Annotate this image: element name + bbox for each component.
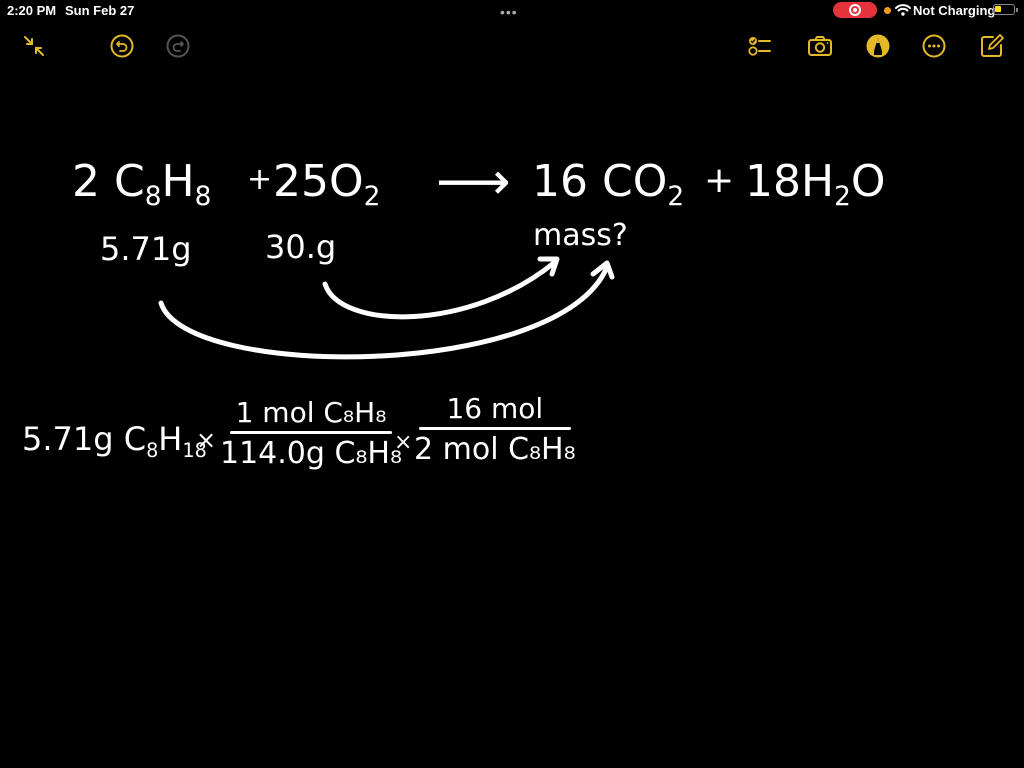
fraction-denominator: 114.0g C₈H₈ xyxy=(220,436,403,471)
fraction-numerator: 16 mol xyxy=(446,392,544,425)
redo-icon[interactable] xyxy=(165,33,191,59)
note-canvas[interactable]: 2 C8H8 + 25O2 ⟶ 16 CO2 + 18H2O 5.71g 30.… xyxy=(0,70,1024,768)
fraction-numerator: 1 mol C₈H₈ xyxy=(235,396,387,429)
camera-icon[interactable] xyxy=(807,33,833,59)
status-date: Sun Feb 27 xyxy=(65,3,135,18)
multitasking-menu-icon[interactable]: ••• xyxy=(500,4,518,20)
arrow-c8h8-to-mass xyxy=(158,264,610,360)
status-time: 2:20 PM xyxy=(7,3,57,18)
battery-level xyxy=(995,6,1001,12)
undo-icon[interactable] xyxy=(109,33,135,59)
checklist-icon[interactable] xyxy=(747,33,773,59)
status-bar: 2:20 PM Sun Feb 27 ••• Not Charging xyxy=(0,0,1024,22)
mic-indicator-dot xyxy=(884,7,891,14)
battery-icon xyxy=(993,4,1018,15)
compose-icon[interactable] xyxy=(979,33,1005,59)
fraction-denominator: 2 mol C₈H₈ xyxy=(414,432,576,467)
calc-start-quantity: 5.71g C8H18 xyxy=(22,420,207,462)
arrow-o2-to-mass xyxy=(322,259,558,320)
wifi-icon xyxy=(895,4,911,16)
multiply-sign: × xyxy=(394,430,413,455)
collapse-icon[interactable] xyxy=(21,33,47,59)
more-icon[interactable] xyxy=(921,33,947,59)
charging-status: Not Charging xyxy=(913,3,996,18)
conversion-fraction-mole-ratio: 16 mol 2 mol C₈H₈ xyxy=(414,392,576,467)
screen-record-icon[interactable] xyxy=(833,2,877,18)
conversion-fraction-molar-mass: 1 mol C₈H₈ 114.0g C₈H₈ xyxy=(220,396,402,471)
multiply-sign: × xyxy=(196,426,217,454)
fraction-bar xyxy=(418,427,571,430)
markup-pen-icon[interactable] xyxy=(865,33,891,59)
fraction-bar xyxy=(230,431,393,434)
